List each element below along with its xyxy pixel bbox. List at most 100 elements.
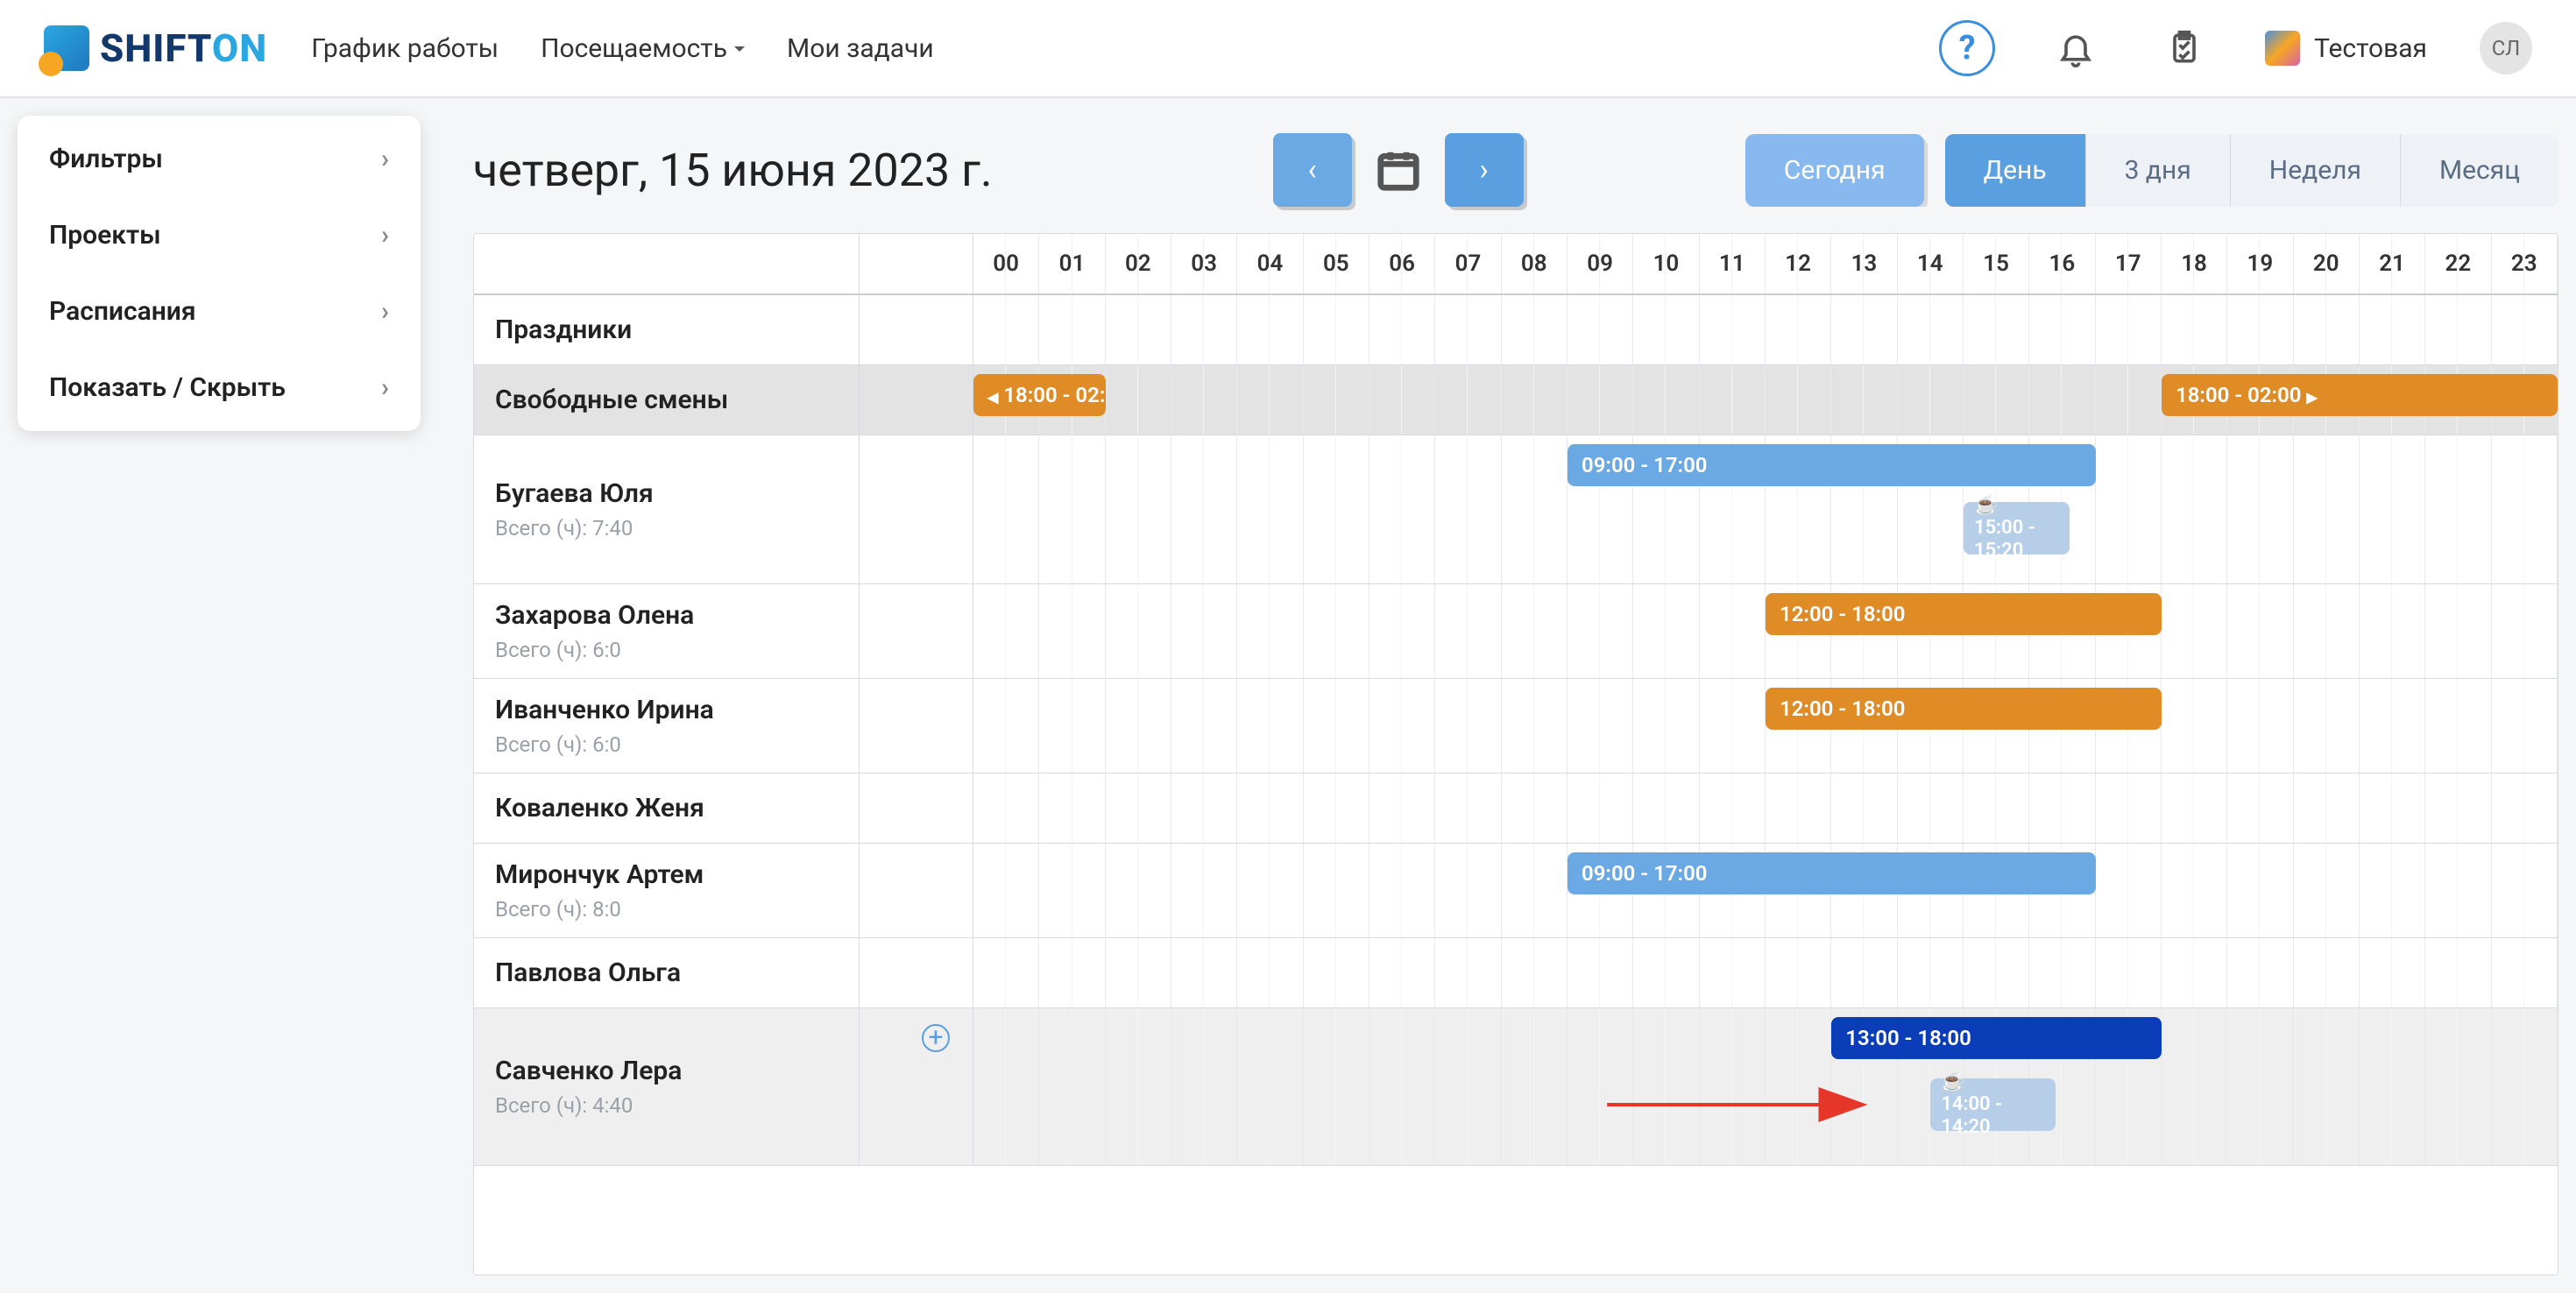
prev-day-button[interactable]: ‹ bbox=[1273, 133, 1352, 207]
hour-cell: 09 bbox=[1568, 234, 1633, 293]
row-hours[interactable]: 18:00 - 02: 18:00 - 02:00 bbox=[973, 365, 2558, 435]
shift-event[interactable]: 09:00 - 17:00 bbox=[1568, 444, 2096, 486]
timeline-row-free: Свободные смены 18:00 - 02: 18:00 - 02:00 bbox=[474, 365, 2558, 435]
nav-schedule[interactable]: График работы bbox=[311, 33, 499, 64]
row-name: Мирончук Артем bbox=[495, 859, 838, 890]
row-addcol bbox=[860, 584, 973, 678]
shift-event[interactable]: 12:00 - 18:00 bbox=[1766, 688, 2162, 730]
row-name: Захарова Олена bbox=[495, 600, 838, 631]
tab-month[interactable]: Месяц bbox=[2401, 134, 2558, 207]
hour-cell: 12 bbox=[1766, 234, 1831, 293]
sidebar-item-filters[interactable]: Фильтры › bbox=[18, 121, 421, 197]
shift-event[interactable]: 13:00 - 18:00 bbox=[1831, 1017, 2162, 1059]
row-hours[interactable] bbox=[973, 938, 2558, 1007]
hour-cell: 16 bbox=[2029, 234, 2095, 293]
help-icon[interactable]: ? bbox=[1939, 20, 1995, 76]
shift-event[interactable]: 12:00 - 18:00 bbox=[1766, 593, 2162, 635]
row-name: Бугаева Юля bbox=[495, 478, 838, 509]
bell-icon[interactable] bbox=[2048, 20, 2104, 76]
sidebar-item-showhide[interactable]: Показать / Скрыть › bbox=[18, 350, 421, 426]
sidebar-item-label: Показать / Скрыть bbox=[49, 372, 286, 403]
hour-cell: 06 bbox=[1369, 234, 1435, 293]
timeline-header: 0001020304050607080910111213141516171819… bbox=[474, 234, 2558, 295]
today-button[interactable]: Сегодня bbox=[1745, 134, 1924, 207]
shift-event[interactable]: 18:00 - 02:00 bbox=[2162, 374, 2558, 416]
shift-event[interactable]: ☕14:00 -14:20 bbox=[1930, 1078, 2056, 1131]
logo-text-a: SHIFT bbox=[100, 25, 212, 71]
row-addcol bbox=[860, 365, 973, 435]
tab-week[interactable]: Неделя bbox=[2231, 134, 2401, 207]
timeline-row-bugaeva: Бугаева ЮляВсего (ч): 7:4009:00 - 17:00☕… bbox=[474, 435, 2558, 584]
timeline-row-holidays: Праздники bbox=[474, 295, 2558, 365]
row-namecol: Мирончук Артем Всего (ч): 8:0 bbox=[474, 844, 860, 937]
nav-attendance[interactable]: Посещаемость bbox=[541, 33, 745, 64]
row-subtotal: Всего (ч): 4:40 bbox=[495, 1093, 838, 1118]
nav-tasks[interactable]: Мои задачи bbox=[787, 33, 934, 64]
chevron-right-icon: › bbox=[381, 372, 389, 403]
company-name: Тестовая bbox=[2314, 33, 2427, 64]
timeline-body: ПраздникиСвободные смены18:00 - 02:18:00… bbox=[474, 295, 2558, 1166]
sidebar-item-label: Расписания bbox=[49, 296, 196, 327]
sidebar-item-projects[interactable]: Проекты › bbox=[18, 197, 421, 273]
logo[interactable]: SHIFTON bbox=[44, 25, 267, 71]
timeline-row-ivanchenko: Иванченко ИринаВсего (ч): 6:012:00 - 18:… bbox=[474, 679, 2558, 774]
shift-event[interactable]: 09:00 - 17:00 bbox=[1568, 852, 2096, 894]
hour-cell: 03 bbox=[1171, 234, 1237, 293]
hour-cell: 14 bbox=[1898, 234, 1964, 293]
row-subtotal: Всего (ч): 8:0 bbox=[495, 897, 838, 922]
row-addcol bbox=[860, 435, 973, 583]
chevron-right-icon: › bbox=[381, 144, 389, 174]
content: Фильтры › Проекты › Расписания › Показат… bbox=[0, 98, 2576, 1293]
row-hours[interactable]: 13:00 - 18:00 ☕14:00 -14:20 bbox=[973, 1008, 2558, 1165]
next-day-button[interactable]: › bbox=[1445, 133, 1524, 207]
tab-day[interactable]: День bbox=[1945, 134, 2086, 207]
sidebar-item-schedules[interactable]: Расписания › bbox=[18, 273, 421, 350]
chevron-right-icon: › bbox=[381, 296, 389, 327]
row-name: Коваленко Женя bbox=[495, 793, 838, 823]
view-tabs: Сегодня День 3 дня Неделя Месяц bbox=[1745, 134, 2558, 207]
logo-text: SHIFTON bbox=[100, 25, 267, 71]
row-hours[interactable] bbox=[973, 295, 2558, 364]
row-hours[interactable]: 09:00 - 17:00 ☕15:00 -15:20 bbox=[973, 435, 2558, 583]
row-name: Иванченко Ирина bbox=[495, 695, 838, 725]
tab-3days[interactable]: 3 дня bbox=[2086, 134, 2231, 207]
shift-event[interactable]: 18:00 - 02: bbox=[973, 374, 1106, 416]
row-hours[interactable] bbox=[973, 774, 2558, 843]
header-row: четверг, 15 июня 2023 г. ‹ › Сегодня Ден… bbox=[473, 133, 2558, 207]
row-namecol: Коваленко Женя bbox=[474, 774, 860, 843]
hour-cell: 15 bbox=[1964, 234, 2029, 293]
timeline-row-pavlova: Павлова Ольга bbox=[474, 938, 2558, 1008]
hour-cell: 08 bbox=[1502, 234, 1568, 293]
row-name: Свободные смены bbox=[495, 385, 838, 415]
annotation-arrow bbox=[973, 1008, 2558, 1165]
hour-cell: 05 bbox=[1304, 234, 1369, 293]
shift-event[interactable]: ☕15:00 -15:20 bbox=[1964, 502, 2070, 555]
topbar-right: ? Тестовая СЛ bbox=[1939, 20, 2532, 76]
sidebar-item-label: Фильтры bbox=[49, 144, 163, 174]
row-addcol bbox=[860, 774, 973, 843]
topbar: SHIFTON График работы Посещаемость Мои з… bbox=[0, 0, 2576, 98]
row-namecol: Праздники bbox=[474, 295, 860, 364]
timeline-row-savchenko: Савченко Лера Всего (ч): 4:40 +13:00 - 18:… bbox=[474, 1008, 2558, 1166]
row-addcol bbox=[860, 295, 973, 364]
date-title: четверг, 15 июня 2023 г. bbox=[473, 144, 993, 197]
chevron-right-icon: › bbox=[381, 220, 389, 251]
hour-header: 0001020304050607080910111213141516171819… bbox=[973, 234, 2558, 293]
timeline-row-zakharova: Захарова ОленаВсего (ч): 6:012:00 - 18:0… bbox=[474, 584, 2558, 679]
clipboard-icon[interactable] bbox=[2156, 20, 2212, 76]
row-name: Савченко Лера bbox=[495, 1056, 838, 1086]
row-hours[interactable]: 12:00 - 18:00 bbox=[973, 584, 2558, 678]
timeline-row-mironchuk: Мирончук Артем Всего (ч): 8:0 09:00 - 17:0… bbox=[474, 844, 2558, 938]
row-namecol: Павлова Ольга bbox=[474, 938, 860, 1007]
row-hours[interactable]: 09:00 - 17:00 bbox=[973, 844, 2558, 937]
hour-cell: 11 bbox=[1700, 234, 1766, 293]
company-switcher[interactable]: Тестовая bbox=[2265, 31, 2427, 66]
row-hours[interactable]: 12:00 - 18:00 bbox=[973, 679, 2558, 773]
add-shift-button[interactable]: + bbox=[922, 1024, 950, 1052]
row-addcol bbox=[860, 679, 973, 773]
calendar-button[interactable] bbox=[1368, 139, 1429, 201]
header-addcol bbox=[860, 234, 973, 293]
sidebar-panel: Фильтры › Проекты › Расписания › Показат… bbox=[18, 116, 421, 431]
row-name: Павлова Ольга bbox=[495, 957, 838, 988]
avatar[interactable]: СЛ bbox=[2480, 22, 2532, 74]
